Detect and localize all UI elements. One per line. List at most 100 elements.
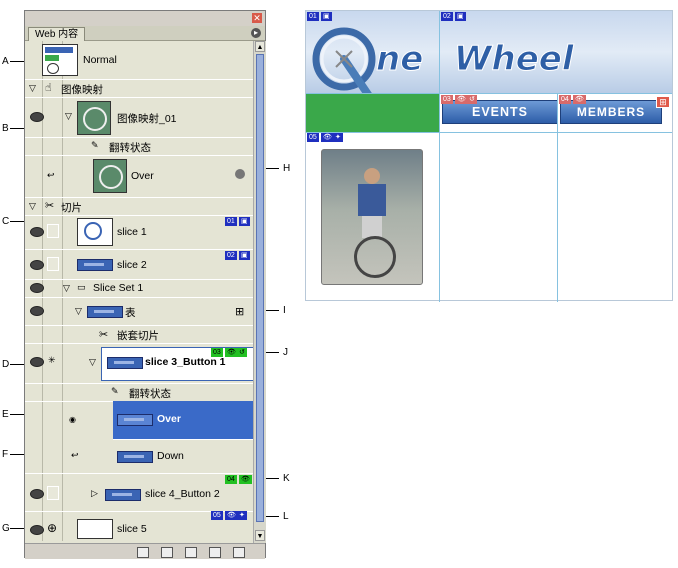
eye-icon[interactable] bbox=[30, 227, 44, 237]
normal-thumbnail bbox=[42, 44, 78, 76]
vertical-scrollbar[interactable]: ▲ ▼ bbox=[253, 41, 266, 543]
slice5-thumbnail bbox=[77, 519, 113, 539]
slice-badge: 01 bbox=[225, 217, 237, 226]
slice-badge: 02 bbox=[441, 12, 453, 21]
down-state-label: Down bbox=[157, 450, 184, 462]
slice2-thumbnail bbox=[77, 259, 113, 271]
new-slice-icon[interactable] bbox=[161, 547, 173, 558]
expand-triangle-icon[interactable]: ▽ bbox=[65, 111, 72, 122]
list-item-over[interactable]: ↩ Over bbox=[25, 155, 253, 198]
delete-icon[interactable] bbox=[233, 547, 245, 558]
callout-j: J bbox=[283, 347, 288, 358]
list-item-slice-set[interactable]: ▽ ▭ Slice Set 1 bbox=[25, 279, 253, 298]
lock-checkbox[interactable] bbox=[47, 257, 59, 271]
rollover-icon: ✎ bbox=[111, 386, 119, 396]
rollover-badge-icon: 👁 bbox=[321, 133, 334, 142]
new-state-icon[interactable] bbox=[209, 547, 221, 558]
slice-badge: 04 bbox=[225, 475, 237, 484]
expand-triangle-icon[interactable]: ▽ bbox=[29, 83, 36, 94]
eye-icon[interactable] bbox=[30, 489, 44, 499]
close-icon[interactable]: ✕ bbox=[252, 13, 262, 23]
rollover-indicator-icon: ↩ bbox=[71, 450, 79, 460]
green-cell bbox=[306, 94, 439, 132]
callout-h: H bbox=[283, 163, 291, 174]
panel-bottom-toolbar bbox=[25, 543, 265, 559]
panel-titlebar[interactable]: ✕ bbox=[25, 11, 265, 27]
eye-icon[interactable] bbox=[30, 306, 44, 316]
callout-b: B bbox=[2, 123, 9, 134]
sparkle-icon: ✳ bbox=[48, 355, 56, 365]
table-icon: ⊞ bbox=[235, 306, 245, 318]
image-slice-icon: ▣ bbox=[321, 12, 332, 21]
list-item-slice2[interactable]: slice 2 02 ▣ bbox=[25, 249, 253, 280]
slice-guide bbox=[439, 11, 440, 302]
imagemap-01-label: 图像映射_01 bbox=[117, 113, 177, 125]
collapse-triangle-icon[interactable]: ▷ bbox=[91, 488, 98, 499]
over-label: Over bbox=[131, 170, 154, 182]
panel-menu-icon[interactable]: ▸ bbox=[251, 28, 261, 38]
slice1-thumbnail bbox=[77, 218, 113, 246]
scroll-up-icon[interactable]: ▲ bbox=[255, 41, 265, 52]
rollover-badge-icon: 👁 bbox=[573, 95, 586, 104]
eye-icon[interactable] bbox=[30, 260, 44, 270]
radio-icon[interactable]: ◉ bbox=[69, 415, 76, 424]
list-item-down[interactable]: ↩ Down bbox=[25, 439, 253, 474]
slice4-thumbnail bbox=[105, 489, 141, 501]
callout-e: E bbox=[2, 409, 9, 420]
list-item-normal[interactable]: Normal bbox=[25, 41, 253, 80]
slice-badge: 05 bbox=[307, 133, 319, 142]
rollover-badge-icon: 👁 bbox=[239, 475, 252, 484]
expand-triangle-icon[interactable]: ▽ bbox=[63, 283, 70, 294]
slice-badge: 05 bbox=[211, 511, 223, 520]
slice-tool-icon: ✂ bbox=[45, 200, 55, 212]
slice1-label: slice 1 bbox=[117, 226, 147, 238]
rollover-badge-icon: 👁 bbox=[455, 95, 468, 104]
target-badge-icon: ✦ bbox=[333, 133, 343, 142]
link-badge-icon: ↺ bbox=[467, 95, 477, 104]
panel-tab-row: Web 内容 ▸ bbox=[25, 26, 265, 41]
page-mockup: ne Wheel EVENTS MEMBERS ⊞ 01 ▣ 02 ▣ 03 👁… bbox=[305, 10, 673, 302]
eye-icon[interactable] bbox=[30, 283, 44, 293]
down-state-thumbnail bbox=[117, 451, 153, 463]
expand-triangle-icon[interactable]: ▽ bbox=[29, 201, 36, 212]
over-state-label: Over bbox=[157, 413, 181, 425]
list-item-slice3[interactable]: ✳ ▽ slice 3_Button 1 03 👁 ↺ bbox=[25, 343, 253, 384]
list-item-slice4[interactable]: ▷ slice 4_Button 2 04 👁 bbox=[25, 473, 253, 512]
link-badge-icon: ↺ bbox=[237, 348, 247, 357]
new-folder-icon[interactable] bbox=[185, 547, 197, 558]
list-item-imagemap-01[interactable]: ▽ 图像映射_01 bbox=[25, 97, 253, 138]
list-item-slices[interactable]: ▽ ✂ 切片 bbox=[25, 197, 253, 216]
eye-icon[interactable] bbox=[30, 357, 44, 367]
slice-guide bbox=[557, 94, 558, 302]
list-item-over-selected[interactable]: Over bbox=[113, 401, 253, 440]
table-icon: ⊞ bbox=[656, 96, 670, 108]
list-item-slice5[interactable]: ⊕ slice 5 05 👁 ✦ bbox=[25, 511, 253, 541]
rollover-badge-icon: 👁 bbox=[225, 511, 238, 520]
logo-text-wheel: Wheel bbox=[453, 39, 574, 80]
slice-guide bbox=[306, 93, 672, 94]
scroll-down-icon[interactable]: ▼ bbox=[255, 530, 265, 541]
folder-icon: ▭ bbox=[77, 282, 86, 292]
list-item-slice1[interactable]: slice 1 01 ▣ bbox=[25, 215, 253, 250]
slice2-label: slice 2 bbox=[117, 259, 147, 271]
lock-checkbox[interactable] bbox=[47, 486, 59, 500]
slice4-label: slice 4_Button 2 bbox=[145, 488, 220, 500]
scroll-thumb[interactable] bbox=[256, 54, 264, 522]
eye-icon[interactable] bbox=[30, 112, 44, 122]
lock-checkbox[interactable] bbox=[47, 224, 59, 238]
eye-icon[interactable] bbox=[30, 525, 44, 535]
slice-badge: 03 bbox=[441, 95, 453, 104]
target-icon[interactable] bbox=[235, 169, 245, 179]
slice-badge: 04 bbox=[559, 95, 571, 104]
rollover-indicator-icon: ↩ bbox=[47, 170, 55, 180]
list-item-imagemap[interactable]: ▽ ☝ 图像映射 bbox=[25, 79, 253, 98]
list-item-table[interactable]: ▽ 表 ⊞ bbox=[25, 297, 253, 326]
list-item-nested-slices: ✂ 嵌套切片 bbox=[25, 325, 253, 344]
callout-i: I bbox=[283, 305, 286, 316]
nudge-icon[interactable] bbox=[137, 547, 149, 558]
expand-triangle-icon[interactable]: ▽ bbox=[89, 357, 96, 368]
image-slice-icon: ▣ bbox=[239, 217, 250, 226]
expand-triangle-icon[interactable]: ▽ bbox=[75, 306, 82, 317]
tab-web-content[interactable]: Web 内容 bbox=[28, 27, 86, 41]
rollover-icon: ✎ bbox=[91, 140, 99, 150]
